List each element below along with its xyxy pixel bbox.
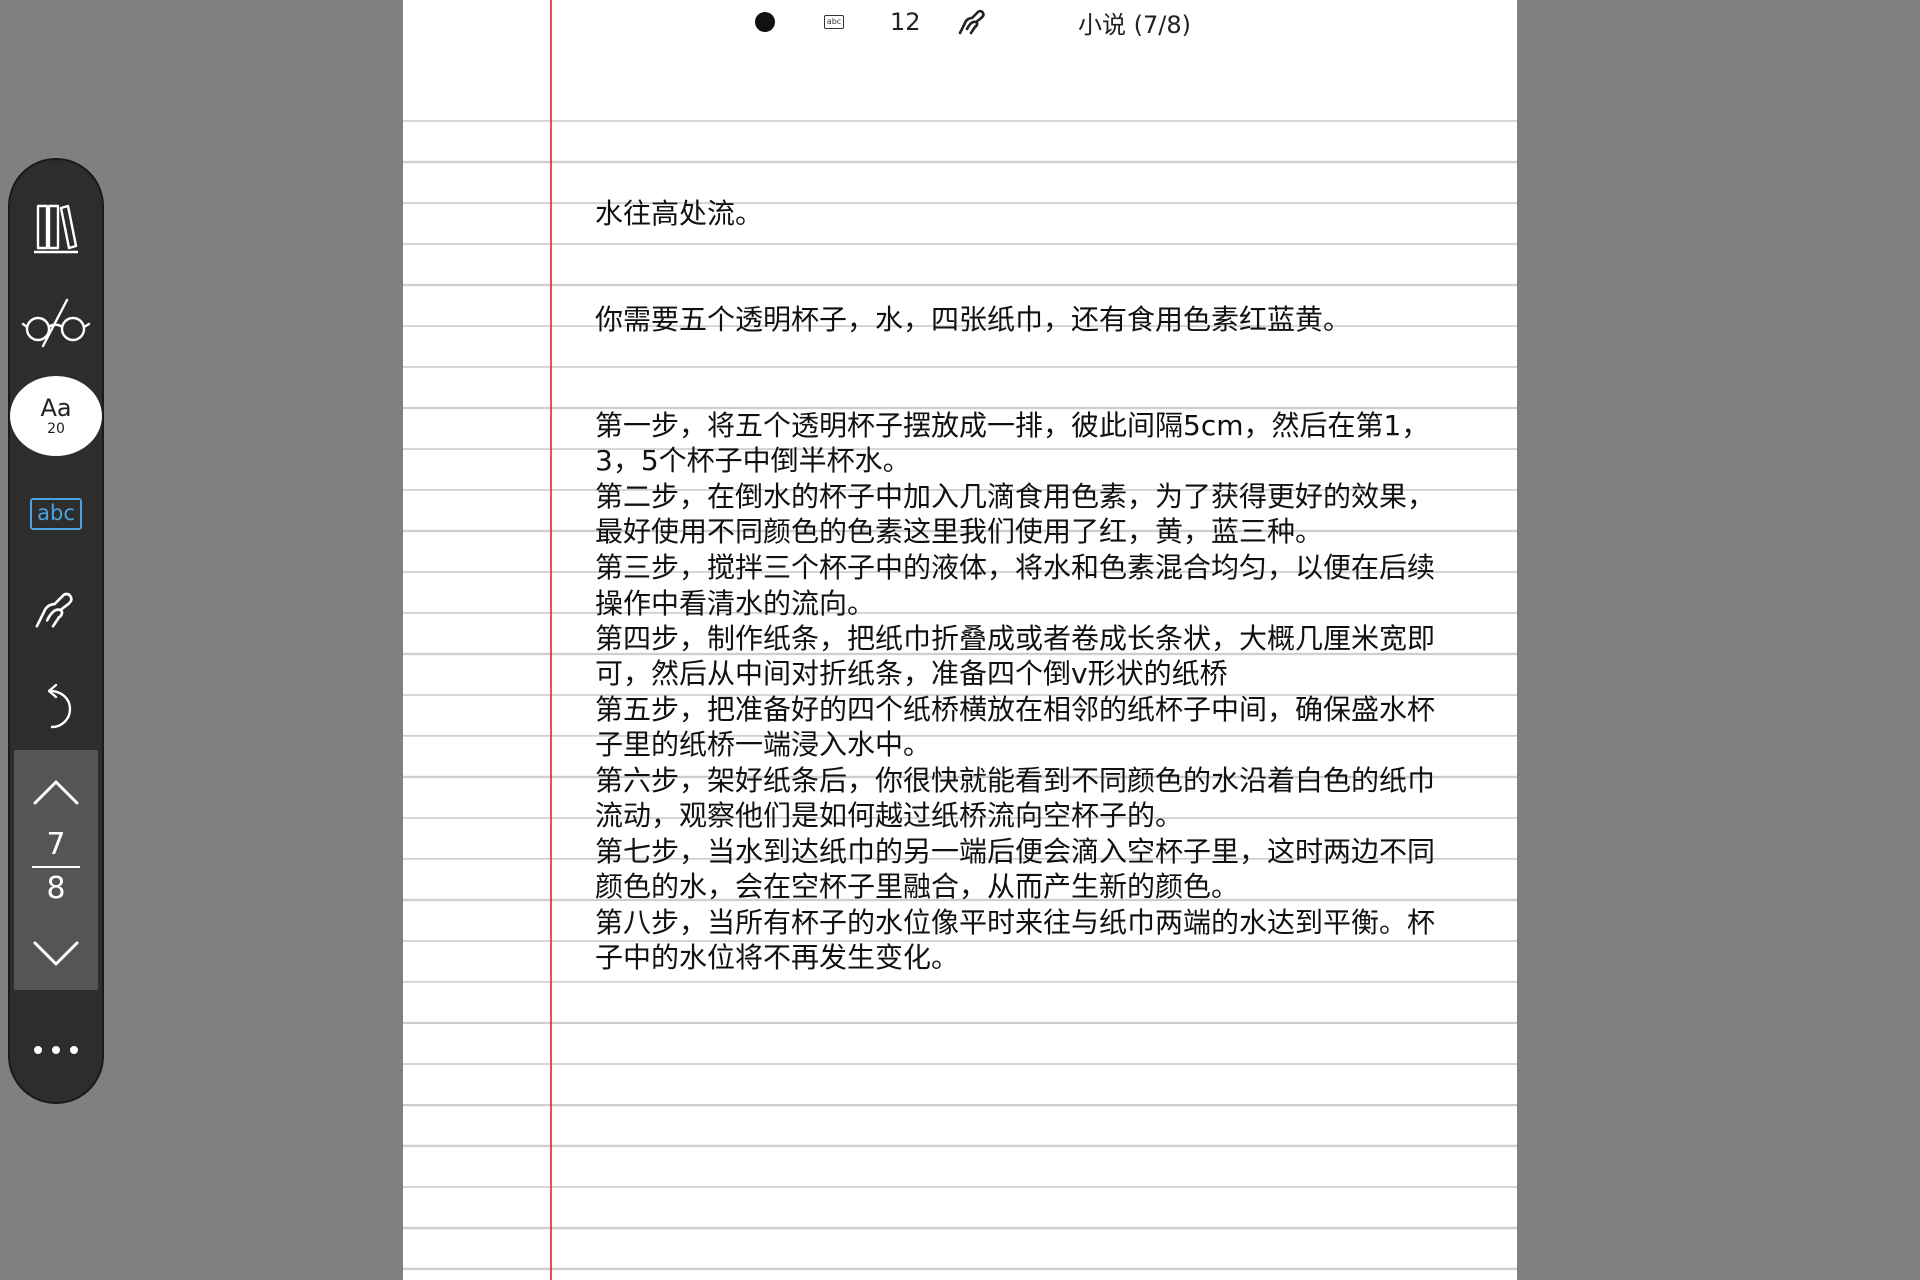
gesture-button[interactable] bbox=[10, 570, 102, 650]
text-line: 最好使用不同颜色的色素这里我们使用了红，黄，蓝三种。 bbox=[595, 515, 1324, 548]
chevron-up-icon bbox=[33, 780, 79, 805]
text-line: 第二步，在倒水的杯子中加入几滴食用色素，为了获得更好的效果， bbox=[595, 480, 1436, 513]
text-line: 第七步，当水到达纸巾的另一端后便会滴入空杯子里，这时两边不同 bbox=[595, 835, 1436, 868]
reader-screen: abc 12 小说 (7/8) 水往高处流。 你需要五个透明杯子，水，四张纸巾，… bbox=[0, 0, 1920, 1280]
hand-gesture-status-icon bbox=[956, 0, 990, 44]
book-title: 小说 (7/8) bbox=[1078, 10, 1191, 39]
margin-line bbox=[550, 0, 552, 1280]
glasses-icon bbox=[21, 298, 91, 348]
status-indicator bbox=[755, 0, 775, 44]
abc-icon: abc bbox=[824, 15, 844, 29]
abc-icon: abc bbox=[30, 498, 82, 530]
more-button[interactable] bbox=[10, 1010, 102, 1090]
page-down-button[interactable] bbox=[14, 926, 98, 982]
reader-toolbar: Aa 20 abc 7 8 bbox=[8, 158, 104, 1104]
undo-button[interactable] bbox=[10, 666, 102, 746]
chevron-down-icon bbox=[33, 941, 79, 966]
text-recognition-button[interactable]: abc bbox=[10, 474, 102, 554]
page-divider bbox=[32, 866, 80, 868]
library-button[interactable] bbox=[10, 188, 102, 268]
text-line: 第八步，当所有杯子的水位像平时来往与纸巾两端的水达到平衡。杯 bbox=[595, 906, 1436, 939]
more-icon bbox=[34, 1046, 78, 1054]
font-size-value: 20 bbox=[47, 421, 65, 437]
text-line: 操作中看清水的流向。 bbox=[595, 587, 876, 620]
hand-gesture-icon bbox=[35, 592, 73, 628]
page-up-button[interactable] bbox=[14, 764, 98, 820]
text-line: 3，5个杯子中倒半杯水。 bbox=[595, 444, 911, 477]
font-size-button[interactable]: Aa 20 bbox=[10, 376, 102, 456]
undo-icon bbox=[47, 683, 72, 729]
text-line: 第三步，搅拌三个杯子中的液体，将水和色素混合均匀，以便在后续 bbox=[595, 551, 1436, 584]
status-bar: abc 12 小说 (7/8) bbox=[403, 0, 1517, 44]
page-navigator: 7 8 bbox=[14, 750, 98, 990]
page-number: 12 bbox=[890, 8, 921, 36]
font-button-label: Aa bbox=[40, 394, 72, 422]
text-line: 你需要五个透明杯子，水，四张纸巾，还有食用色素红蓝黄。 bbox=[595, 303, 1352, 336]
text-mode-indicator: abc bbox=[824, 0, 844, 44]
current-page: 7 bbox=[46, 827, 66, 862]
library-icon bbox=[34, 204, 78, 254]
text-line: 颜色的水，会在空杯子里融合，从而产生新的颜色。 bbox=[595, 870, 1240, 903]
text-line: 水往高处流。 bbox=[595, 197, 764, 230]
text-line: 第一步，将五个透明杯子摆放成一排，彼此间隔5cm，然后在第1， bbox=[595, 409, 1430, 442]
reading-mode-button[interactable] bbox=[10, 282, 102, 362]
text-line: 第六步，架好纸条后，你很快就能看到不同颜色的水沿着白色的纸巾 bbox=[595, 764, 1436, 797]
text-line: 流动，观察他们是如何越过纸桥流向空杯子的。 bbox=[595, 799, 1184, 832]
text-line: 第五步，把准备好的四个纸桥横放在相邻的纸杯子中间，确保盛水杯 bbox=[595, 693, 1436, 726]
text-line: 子里的纸桥一端浸入水中。 bbox=[595, 728, 932, 761]
text-line: 可，然后从中间对折纸条，准备四个倒v形状的纸桥 bbox=[595, 657, 1228, 690]
record-dot-icon bbox=[755, 12, 775, 32]
text-line: 子中的水位将不再发生变化。 bbox=[595, 941, 960, 974]
text-line: 第四步，制作纸条，把纸巾折叠成或者卷成长条状，大概几厘米宽即 bbox=[595, 622, 1436, 655]
total-pages: 8 bbox=[46, 871, 66, 906]
